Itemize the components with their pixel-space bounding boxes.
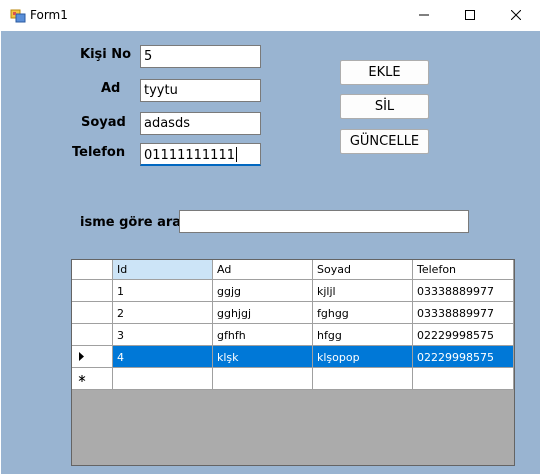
cell-telefon[interactable]: 03338889977 (413, 302, 514, 324)
cell-ad[interactable]: gghjgj (213, 302, 313, 324)
soyad-label: Soyad (81, 115, 126, 130)
cell-soyad[interactable]: hfgg (313, 324, 413, 346)
current-row-arrow-icon (79, 352, 84, 361)
maximize-button[interactable] (447, 0, 493, 31)
sil-button[interactable]: SİL (340, 94, 429, 119)
title-bar[interactable]: Form1 (0, 0, 541, 31)
telefon-value: 01111111111 (144, 148, 235, 163)
new-cell-soyad[interactable] (313, 368, 413, 390)
cell-id[interactable]: 3 (113, 324, 213, 346)
cell-soyad[interactable]: klşopop (313, 346, 413, 368)
winforms-app-icon (10, 8, 26, 24)
minimize-button[interactable] (401, 0, 447, 31)
guncelle-button[interactable]: GÜNCELLE (340, 129, 429, 154)
search-input[interactable] (179, 210, 469, 233)
new-row-asterisk-icon (78, 375, 86, 382)
grid-top-left-header[interactable] (72, 260, 113, 280)
text-caret (235, 147, 237, 162)
table-row[interactable]: 2 gghjgj fghgg 03338889977 (72, 302, 514, 324)
telefon-label: Telefon (72, 145, 126, 160)
telefon-field[interactable]: 01111111111 (140, 143, 261, 166)
column-header-soyad[interactable]: Soyad (313, 260, 413, 280)
table-row[interactable]: 3 gfhfh hfgg 02229998575 (72, 324, 514, 346)
row-header[interactable] (72, 324, 113, 346)
cell-id[interactable]: 2 (113, 302, 213, 324)
column-header-telefon[interactable]: Telefon (413, 260, 514, 280)
cell-telefon[interactable]: 03338889977 (413, 280, 514, 302)
window-title: Form1 (30, 8, 68, 22)
cell-ad[interactable]: ggjg (213, 280, 313, 302)
maximize-icon (465, 10, 475, 20)
cell-id[interactable]: 4 (113, 346, 213, 368)
row-header[interactable] (72, 302, 113, 324)
cell-ad[interactable]: klşk (213, 346, 313, 368)
close-icon (511, 10, 521, 20)
ad-label: Ad (101, 81, 121, 96)
cell-telefon[interactable]: 02229998575 (413, 346, 514, 368)
new-cell-telefon[interactable] (413, 368, 514, 390)
ekle-button[interactable]: EKLE (340, 60, 429, 85)
column-header-id[interactable]: Id (113, 260, 213, 280)
table-row[interactable]: 1 ggjg kjljl 03338889977 (72, 280, 514, 302)
minimize-icon (419, 14, 429, 16)
data-grid[interactable]: Id Ad Soyad Telefon 1 ggjg kjljl 0333888… (71, 259, 515, 466)
close-button[interactable] (493, 0, 539, 31)
row-header[interactable] (72, 280, 113, 302)
ad-field[interactable]: tyytu (140, 79, 261, 102)
search-label: isme göre ara (80, 215, 182, 230)
cell-soyad[interactable]: fghgg (313, 302, 413, 324)
kisi-no-field[interactable]: 5 (140, 45, 261, 68)
new-row[interactable] (72, 368, 514, 390)
cell-telefon[interactable]: 02229998575 (413, 324, 514, 346)
cell-id[interactable]: 1 (113, 280, 213, 302)
soyad-field[interactable]: adasds (140, 112, 261, 135)
selected-table-row[interactable]: 4 klşk klşopop 02229998575 (72, 346, 514, 368)
kisi-no-label: Kişi No (80, 47, 132, 62)
new-cell-id[interactable] (113, 368, 213, 390)
column-header-ad[interactable]: Ad (213, 260, 313, 280)
new-cell-ad[interactable] (213, 368, 313, 390)
cell-soyad[interactable]: kjljl (313, 280, 413, 302)
row-header[interactable] (72, 346, 113, 368)
grid-header-row: Id Ad Soyad Telefon (72, 260, 514, 282)
row-header[interactable] (72, 368, 113, 390)
cell-ad[interactable]: gfhfh (213, 324, 313, 346)
form-client-area: Kişi No 5 Ad tyytu Soyad adasds Telefon … (1, 31, 540, 474)
